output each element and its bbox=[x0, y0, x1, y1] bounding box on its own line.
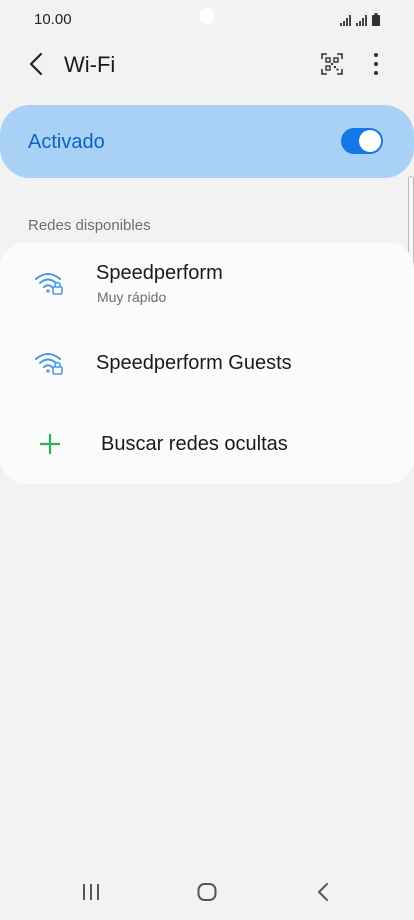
plus-icon bbox=[40, 434, 60, 454]
battery-icon bbox=[372, 13, 380, 26]
wifi-secured-icon bbox=[35, 353, 63, 375]
recent-apps-icon bbox=[83, 884, 99, 900]
back-nav-icon bbox=[318, 883, 328, 901]
status-time: 10.00 bbox=[34, 11, 72, 28]
master-switch-label: Activado bbox=[28, 131, 105, 153]
network-speed: Muy rápido bbox=[97, 289, 167, 305]
front-camera bbox=[199, 8, 215, 24]
page-title: Wi-Fi bbox=[64, 52, 116, 77]
more-dot bbox=[374, 62, 378, 66]
wifi-toggle[interactable] bbox=[341, 128, 383, 154]
home-icon bbox=[197, 883, 217, 901]
network-item[interactable]: Speedperform Guests bbox=[0, 336, 414, 392]
add-hidden-network-button[interactable]: Buscar redes ocultas bbox=[0, 412, 414, 476]
network-name: Speedperform bbox=[96, 262, 223, 284]
status-icons bbox=[340, 12, 380, 26]
network-name: Speedperform Guests bbox=[96, 352, 292, 374]
back-nav-button[interactable] bbox=[308, 878, 338, 906]
recent-apps-button[interactable] bbox=[76, 878, 106, 906]
status-bar: 10.00 bbox=[0, 0, 414, 40]
qr-code-button[interactable] bbox=[320, 52, 344, 76]
chevron-left-icon bbox=[29, 52, 43, 76]
more-dot bbox=[374, 71, 378, 75]
home-button[interactable] bbox=[192, 878, 222, 906]
qr-code-icon bbox=[321, 53, 343, 75]
more-options-button[interactable] bbox=[366, 50, 386, 78]
add-hidden-network-label: Buscar redes ocultas bbox=[101, 433, 288, 455]
more-dot bbox=[374, 53, 378, 57]
wifi-secured-icon bbox=[35, 273, 63, 295]
section-label-available-networks: Redes disponibles bbox=[28, 217, 151, 234]
signal-icon bbox=[340, 15, 351, 26]
signal-icon-2 bbox=[356, 15, 367, 26]
app-header: Wi-Fi bbox=[0, 40, 414, 88]
network-item[interactable]: Speedperform Muy rápido bbox=[0, 252, 414, 320]
back-button[interactable] bbox=[22, 50, 50, 78]
toggle-knob bbox=[359, 130, 381, 152]
system-navigation-bar bbox=[0, 864, 414, 920]
